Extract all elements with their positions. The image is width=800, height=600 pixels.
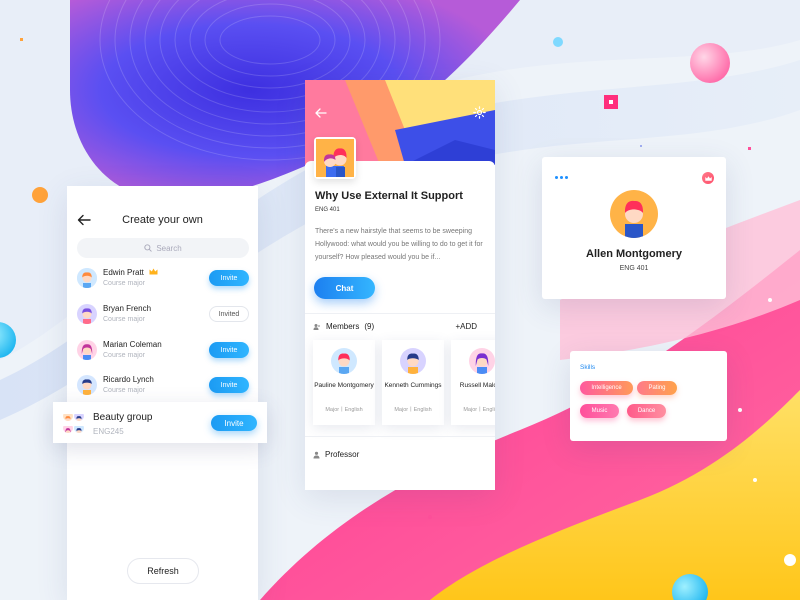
- course-description: There's a new hairstyle that seems to be…: [315, 228, 483, 261]
- member-sub: Course major: [103, 280, 146, 287]
- avatar: [74, 423, 84, 433]
- member-name: Bryan French: [103, 304, 152, 313]
- course-code: ENG 401: [315, 207, 340, 213]
- person-icon: [313, 451, 320, 458]
- member-major: Major丨English: [394, 407, 432, 413]
- refresh-button[interactable]: Refresh: [127, 558, 199, 584]
- group-card[interactable]: Beauty group ENG245 Invite: [53, 402, 267, 443]
- professor-label: Professor: [325, 450, 360, 459]
- avatar: [77, 304, 97, 324]
- back-arrow-icon[interactable]: [315, 108, 327, 118]
- panel-title: Create your own: [122, 214, 203, 226]
- skill-tag[interactable]: Dance: [627, 404, 666, 418]
- member-name: Ricardo Lynch: [103, 375, 154, 384]
- member-card[interactable]: Pauline Montgomery Major丨English: [313, 340, 375, 425]
- member-name: Russell Malone: [459, 382, 495, 389]
- course-title: Why Use External It Support: [315, 190, 463, 202]
- profile-name: Allen Montgomery: [586, 248, 682, 260]
- course-detail-panel: Why Use External It Support ENG 401 Ther…: [305, 80, 495, 490]
- avatar: [74, 411, 84, 421]
- list-item[interactable]: Marian Coleman Course major Invite: [77, 337, 249, 367]
- member-card[interactable]: Russell Malone Major丨English: [451, 340, 495, 425]
- avatar: [63, 411, 73, 421]
- crown-badge-icon: [702, 172, 714, 184]
- divider: [305, 313, 495, 314]
- group-code: ENG245: [93, 427, 124, 436]
- avatar: [77, 268, 97, 288]
- avatar: [77, 340, 97, 360]
- chat-button[interactable]: Chat: [314, 277, 375, 299]
- avatar: [400, 348, 426, 374]
- invite-button[interactable]: Invite: [209, 270, 249, 286]
- member-sub: Course major: [103, 316, 146, 323]
- member-sub: Course major: [103, 387, 146, 394]
- member-name: Marian Coleman: [103, 340, 162, 349]
- more-options-icon[interactable]: [555, 176, 568, 179]
- search-icon: [144, 244, 152, 252]
- crown-icon: [149, 268, 158, 275]
- members-header: Members (9): [313, 322, 374, 331]
- settings-gear-icon[interactable]: [473, 106, 486, 119]
- skill-tag[interactable]: Music: [580, 404, 619, 418]
- invite-button[interactable]: Invite: [209, 377, 249, 393]
- avatar: [469, 348, 495, 374]
- members-icon: [313, 323, 321, 330]
- avatar: [331, 348, 357, 374]
- search-input[interactable]: Search: [77, 238, 249, 258]
- profile-card: Allen Montgomery ENG 401: [542, 157, 726, 299]
- members-label: Members: [326, 322, 360, 331]
- avatar: [63, 423, 73, 433]
- invite-button[interactable]: Invite: [209, 342, 249, 358]
- search-placeholder: Search: [156, 243, 182, 253]
- invited-button[interactable]: Invited: [209, 306, 249, 322]
- invite-group-button[interactable]: Invite: [211, 415, 257, 431]
- avatar: [77, 375, 97, 395]
- skill-tag[interactable]: Intelligence: [580, 381, 633, 395]
- member-name: Pauline Montgomery: [314, 382, 374, 389]
- group-name: Beauty group: [93, 412, 153, 423]
- course-avatar: [314, 137, 356, 179]
- member-name: Kenneth Cummings: [384, 382, 442, 389]
- skills-title: Skills: [580, 364, 596, 371]
- member-name: Edwin Pratt: [103, 268, 144, 277]
- list-item[interactable]: Edwin Pratt Course major Invite: [77, 265, 249, 295]
- list-item[interactable]: Bryan French Course major Invited: [77, 301, 249, 331]
- profile-code: ENG 401: [619, 265, 649, 272]
- add-member-button[interactable]: +ADD: [455, 322, 477, 331]
- skills-card: Skills Intelligence Pating Music Dance: [570, 351, 727, 441]
- member-card[interactable]: Kenneth Cummings Major丨English: [382, 340, 444, 425]
- members-count: (9): [364, 322, 375, 331]
- professor-section[interactable]: Professor: [313, 450, 359, 459]
- member-major: Major丨English: [325, 407, 363, 413]
- create-group-panel: Create your own Search Edwin Pratt Cours…: [67, 186, 258, 600]
- member-major: Major丨English: [463, 407, 495, 413]
- divider: [305, 436, 495, 437]
- skill-tag[interactable]: Pating: [637, 381, 677, 395]
- list-item[interactable]: Ricardo Lynch Course major Invite: [77, 372, 249, 402]
- member-sub: Course major: [103, 352, 146, 359]
- avatar: [610, 190, 658, 238]
